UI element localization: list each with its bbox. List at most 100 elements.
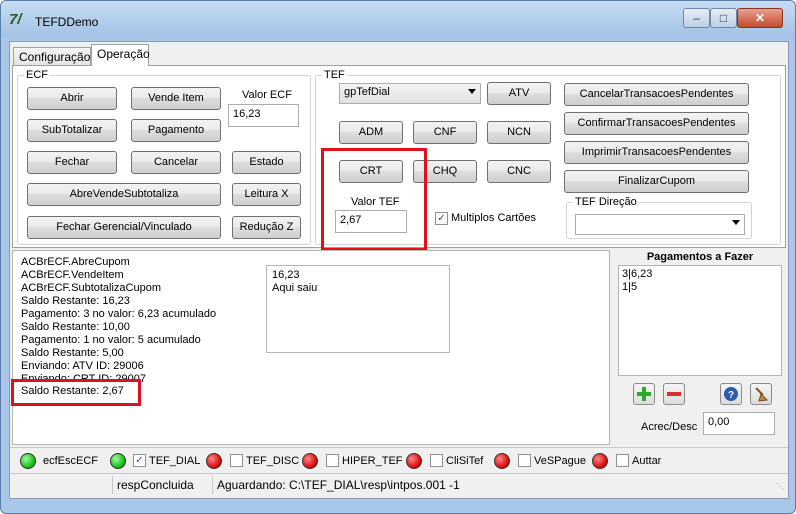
log-line: Saldo Restante: 10,00 — [21, 321, 130, 333]
acrec-desc-input[interactable]: 0,00 — [703, 412, 775, 435]
app-logo-icon: 7/ — [9, 11, 22, 28]
close-button[interactable]: ✕ — [737, 8, 783, 28]
indicator-label-clisitef: CliSiTef — [446, 455, 484, 467]
acrec-desc-label: Acrec/Desc — [641, 421, 698, 433]
subtotalizar-button[interactable]: SubTotalizar — [27, 119, 117, 142]
leitura-x-button[interactable]: Leitura X — [232, 183, 301, 206]
status-indicator-icon — [110, 453, 126, 469]
log-line: ACBrECF.AbreCupom — [21, 256, 130, 268]
atv-button[interactable]: ATV — [487, 82, 551, 105]
status-cell-aguardando: Aguardando: C:\TEF_DIAL\resp\intpos.001 … — [212, 476, 772, 494]
tef-dial-checkbox[interactable]: ✓ — [133, 454, 146, 467]
cnc-button[interactable]: CNC — [487, 160, 551, 183]
ncn-button[interactable]: NCN — [487, 121, 551, 144]
minus-icon — [667, 392, 681, 396]
gp-tef-select[interactable]: gpTefDial — [339, 83, 481, 104]
resize-grip-icon[interactable]: ⋱ — [776, 482, 786, 492]
indicator-label-ecfescecf: ecfEscECF — [43, 455, 99, 467]
status-cell-resp: respConcluida — [112, 476, 212, 494]
status-indicator-icon — [494, 453, 510, 469]
maximize-button[interactable]: □ — [710, 8, 737, 28]
finalizar-cupom-button[interactable]: FinalizarCupom — [564, 170, 749, 193]
pagamentos-title: Pagamentos a Fazer — [646, 251, 754, 263]
plus-icon — [637, 387, 651, 401]
multiplos-cartoes-checkbox[interactable]: ✓ — [435, 212, 448, 225]
indicator-label-tef-disc: TEF_DISC — [246, 455, 300, 467]
pagamentos-panel: Pagamentos a Fazer 3|6,23 1|5 ? Acrec/De… — [615, 250, 785, 445]
clear-button[interactable] — [750, 383, 772, 405]
log-line: Enviando: ATV ID: 29006 — [21, 360, 144, 372]
list-item: 1|5 — [622, 281, 638, 293]
tef-direcao-legend: TEF Direção — [573, 196, 639, 208]
status-indicator-icon — [406, 453, 422, 469]
imprimir-pendentes-button[interactable]: ImprimirTransacoesPendentes — [564, 141, 749, 164]
status-indicator-icon — [302, 453, 318, 469]
pagamento-button[interactable]: Pagamento — [131, 119, 221, 142]
highlight-box-tef — [321, 148, 427, 251]
abre-vende-subtotaliza-button[interactable]: AbreVendeSubtotaliza — [27, 183, 221, 206]
log-line: Pagamento: 3 no valor: 6,23 acumulado — [21, 308, 217, 320]
tef-legend: TEF — [322, 69, 347, 81]
log-memo[interactable]: ACBrECF.AbreCupom ACBrECF.VendeItem ACBr… — [11, 250, 610, 445]
log-line: Saldo Restante: 16,23 — [21, 295, 130, 307]
confirmar-pendentes-button[interactable]: ConfirmarTransacoesPendentes — [564, 112, 749, 135]
valor-ecf-label: Valor ECF — [242, 89, 292, 101]
cancelar-pendentes-button[interactable]: CancelarTransacoesPendentes — [564, 83, 749, 106]
tab-configuracao[interactable]: Configuração — [13, 47, 91, 65]
operacao-tab-page: ECF Abrir Vende Item Valor ECF 16,23 Sub… — [12, 65, 786, 251]
hiper-tef-checkbox[interactable] — [326, 454, 339, 467]
estado-button[interactable]: Estado — [232, 151, 301, 174]
clisitef-checkbox[interactable] — [430, 454, 443, 467]
status-indicator-icon — [206, 453, 222, 469]
indicators-row: ecfEscECF ✓ TEF_DIAL TEF_DISC HIPER_TEF … — [10, 447, 788, 473]
multiplos-cartoes-label: Multiplos Cartões — [451, 212, 536, 224]
gp-tef-value: gpTefDial — [344, 86, 390, 98]
broom-icon — [755, 387, 769, 402]
remove-payment-button[interactable] — [663, 383, 685, 405]
window-title: TEFDDemo — [35, 15, 99, 29]
pagamentos-list[interactable]: 3|6,23 1|5 — [618, 265, 782, 376]
client-area: Configuração Operação ECF Abrir Vende It… — [9, 41, 789, 499]
valor-ecf-input[interactable]: 16,23 — [228, 104, 299, 127]
indicator-label-auttar: Auttar — [632, 455, 662, 467]
tef-disc-checkbox[interactable] — [230, 454, 243, 467]
help-icon: ? — [724, 387, 738, 401]
add-payment-button[interactable] — [633, 383, 655, 405]
indicator-label-hiper-tef: HIPER_TEF — [342, 455, 403, 467]
vende-item-button[interactable]: Vende Item — [131, 87, 221, 110]
help-button[interactable]: ? — [720, 383, 742, 405]
status-indicator-icon — [592, 453, 608, 469]
response-line: 16,23 — [272, 269, 300, 281]
response-line: Aqui saiu — [272, 282, 318, 294]
abrir-button[interactable]: Abrir — [27, 87, 117, 110]
log-line: Pagamento: 1 no valor: 5 acumulado — [21, 334, 201, 346]
reducao-z-button[interactable]: Redução Z — [232, 216, 301, 239]
tef-direcao-select[interactable] — [575, 214, 745, 235]
svg-text:?: ? — [728, 390, 734, 401]
log-line: Saldo Restante: 5,00 — [21, 347, 124, 359]
app-window: 7/ TEFDDemo – □ ✕ Configuração Operação … — [0, 0, 796, 514]
ecf-legend: ECF — [24, 69, 50, 81]
indicator-label-tef-dial: TEF_DIAL — [149, 455, 201, 467]
status-bar: respConcluida Aguardando: C:\TEF_DIAL\re… — [10, 473, 788, 495]
fechar-button[interactable]: Fechar — [27, 151, 117, 174]
minimize-button[interactable]: – — [683, 8, 710, 28]
cancelar-button[interactable]: Cancelar — [131, 151, 221, 174]
status-indicator-icon — [20, 453, 36, 469]
list-item: 3|6,23 — [622, 268, 653, 280]
chevron-down-icon — [468, 89, 476, 94]
adm-button[interactable]: ADM — [339, 121, 403, 144]
title-bar[interactable]: 7/ TEFDDemo – □ ✕ — [1, 1, 795, 37]
log-line: ACBrECF.SubtotalizaCupom — [21, 282, 162, 294]
vespague-checkbox[interactable] — [518, 454, 531, 467]
fechar-gerencial-button[interactable]: Fechar Gerencial/Vinculado — [27, 216, 221, 239]
auttar-checkbox[interactable] — [616, 454, 629, 467]
tab-operacao[interactable]: Operação — [91, 44, 150, 66]
indicator-label-vespague: VeSPague — [534, 455, 586, 467]
chevron-down-icon — [732, 220, 740, 225]
log-line: ACBrECF.VendeItem — [21, 269, 124, 281]
cnf-button[interactable]: CNF — [413, 121, 477, 144]
highlight-box-saldo — [11, 379, 141, 406]
status-cell-1 — [10, 476, 112, 494]
response-memo[interactable]: 16,23 Aqui saiu — [266, 265, 450, 353]
